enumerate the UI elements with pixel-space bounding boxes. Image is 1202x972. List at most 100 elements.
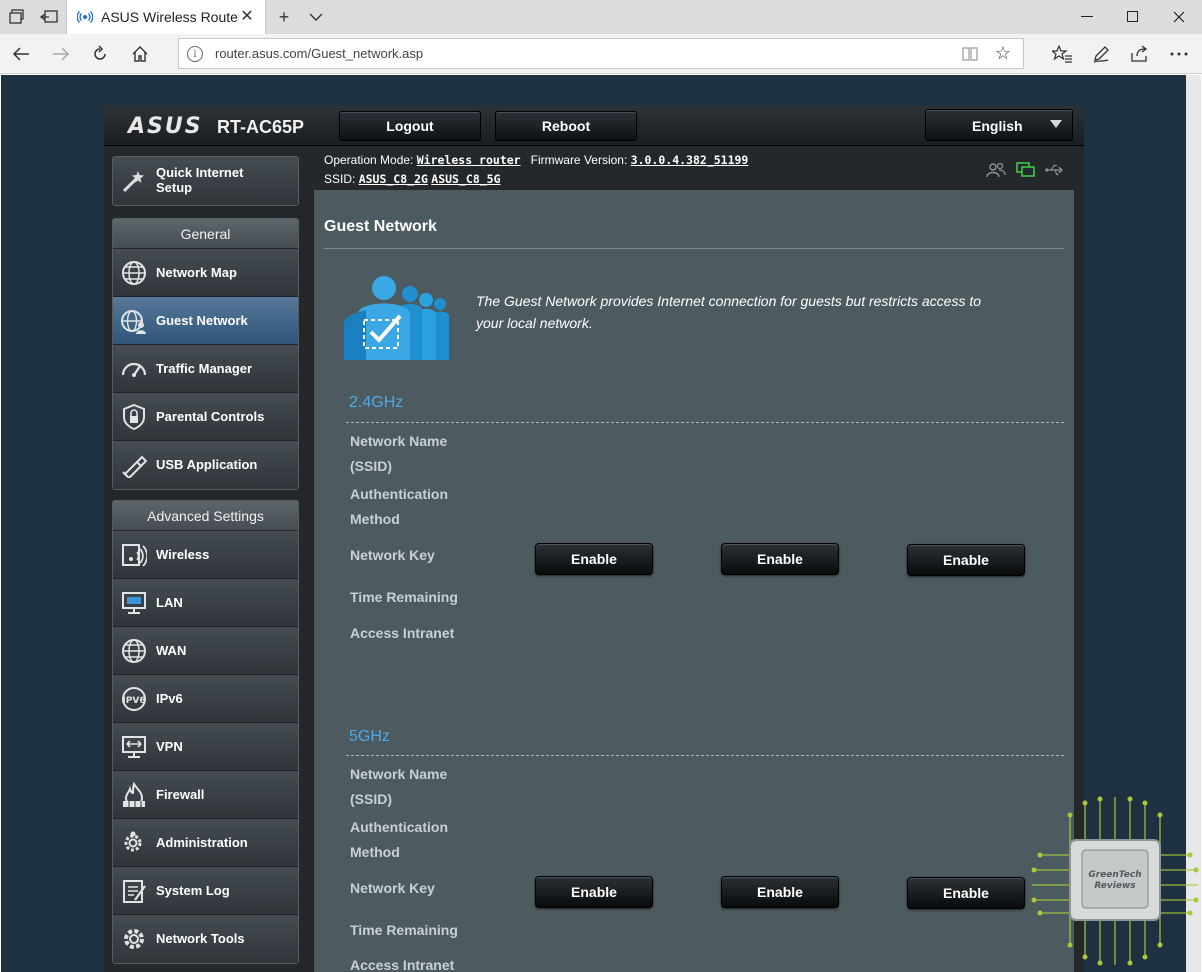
time-remaining-label: Time Remaining	[350, 922, 458, 938]
share-icon[interactable]	[1129, 43, 1151, 65]
maximize-icon[interactable]	[1110, 0, 1156, 34]
operation-mode-label: Operation Mode:	[324, 153, 414, 167]
lan-icon	[122, 592, 146, 614]
sidebar-item-label: Administration	[156, 835, 248, 850]
close-window-icon[interactable]	[1156, 0, 1202, 34]
tab-list-chevron-icon[interactable]	[305, 6, 327, 28]
firewall-icon	[123, 782, 145, 807]
tab-close-icon[interactable]: ✕	[239, 8, 255, 25]
wan-globe-icon	[122, 639, 146, 663]
general-menu-header: General	[113, 219, 298, 249]
browser-title-bar: ASUS Wireless Router R ✕ +	[0, 0, 1202, 34]
vpn-icon	[122, 736, 146, 758]
advanced-settings-menu: Advanced Settings Wireless LAN WAN IPV6 …	[112, 500, 299, 964]
enable-guest-5g-2-button[interactable]: Enable	[721, 876, 839, 908]
pen-notes-icon[interactable]	[1090, 43, 1112, 65]
refresh-icon[interactable]	[89, 43, 111, 65]
clients-status-icon[interactable]	[986, 162, 1006, 178]
browser-nav-bar: i router.asus.com/Guest_network.asp ☆	[0, 34, 1202, 74]
asus-logo[interactable]: ASUS	[128, 114, 203, 139]
network-map-icon	[122, 261, 146, 285]
forward-arrow-icon[interactable]	[50, 43, 72, 65]
tab-preview-icon[interactable]	[40, 8, 58, 26]
enable-guest-2g-2-button[interactable]: Enable	[721, 543, 839, 575]
traffic-manager-icon	[121, 362, 147, 377]
sidebar-item-traffic-manager[interactable]: Traffic Manager	[113, 345, 298, 393]
router-model: RT-AC65P	[217, 117, 305, 137]
address-bar[interactable]: i router.asus.com/Guest_network.asp ☆	[178, 38, 1024, 69]
sidebar-item-parental-controls[interactable]: Parental Controls	[113, 393, 298, 441]
guest-network-icon	[121, 310, 146, 334]
authentication-method-label: Authentication Method	[350, 486, 448, 527]
info-icon[interactable]: i	[187, 46, 203, 62]
router-header: ASUS RT-AC65P Logout Reboot English	[104, 106, 1084, 146]
quick-setup-label: Quick Internet Setup	[156, 165, 244, 195]
sidebar-item-network-tools[interactable]: Network Tools	[113, 915, 298, 963]
sidebar-item-firewall[interactable]: Firewall	[113, 771, 298, 819]
sidebar-item-ipv6[interactable]: IPV6 IPv6	[113, 675, 298, 723]
quick-setup-item[interactable]: Quick Internet Setup	[113, 157, 298, 205]
more-menu-icon[interactable]	[1168, 43, 1190, 65]
enable-guest-5g-3-button[interactable]: Enable	[907, 877, 1025, 909]
system-log-icon	[123, 880, 146, 903]
enable-guest-5g-1-button[interactable]: Enable	[535, 876, 653, 908]
internet-status-icon[interactable]	[1016, 162, 1036, 178]
logout-button[interactable]: Logout	[339, 111, 481, 141]
wireless-icon	[122, 544, 147, 567]
sidebar-item-network-map[interactable]: Network Map	[113, 249, 298, 297]
tab-set-aside-icon[interactable]	[8, 8, 26, 26]
watermark-text-line1: GreenTech	[1088, 870, 1141, 880]
favorite-star-icon[interactable]: ☆	[993, 43, 1013, 63]
network-key-label: Network Key	[350, 547, 435, 563]
sidebar-item-administration[interactable]: Administration	[113, 819, 298, 867]
sidebar-item-usb-application[interactable]: USB Application	[113, 441, 298, 489]
back-arrow-icon[interactable]	[10, 43, 32, 65]
quick-internet-setup-button[interactable]: Quick Internet Setup	[112, 156, 299, 206]
enable-guest-2g-3-button[interactable]: Enable	[907, 544, 1025, 576]
home-icon[interactable]	[129, 43, 151, 65]
sidebar-item-wan[interactable]: WAN	[113, 627, 298, 675]
language-select[interactable]: English	[925, 109, 1073, 141]
wireless-favicon-icon	[77, 9, 93, 25]
reboot-button[interactable]: Reboot	[495, 111, 637, 141]
url-text[interactable]: router.asus.com/Guest_network.asp	[215, 46, 423, 61]
sidebar-item-guest-network[interactable]: Guest Network	[113, 297, 298, 345]
ipv6-icon: IPV6	[122, 687, 146, 711]
language-value: English	[972, 118, 1023, 134]
sidebar-item-label: Parental Controls	[156, 409, 265, 424]
sidebar-item-wireless[interactable]: Wireless	[113, 531, 298, 579]
network-tools-icon	[124, 929, 144, 949]
sidebar-item-label: Traffic Manager	[156, 361, 253, 376]
ssid-2g-link[interactable]: ASUS_C8_2G	[359, 172, 428, 186]
band-divider	[346, 422, 1064, 423]
ssid-5g-link[interactable]: ASUS_C8_5G	[431, 172, 500, 186]
network-key-label: Network Key	[350, 880, 435, 896]
tab-title: ASUS Wireless Router R	[101, 9, 239, 25]
title-divider	[324, 248, 1064, 249]
sidebar-item-system-log[interactable]: System Log	[113, 867, 298, 915]
firmware-version-link[interactable]: 3.0.0.4.382_51199	[631, 153, 749, 167]
router-admin-container: ASUS RT-AC65P Logout Reboot English Quic…	[104, 106, 1084, 972]
operation-mode-link[interactable]: Wireless router	[417, 153, 521, 167]
browser-tab[interactable]: ASUS Wireless Router R ✕	[66, 0, 266, 34]
sidebar-item-label: Guest Network	[156, 313, 248, 328]
status-bar: Operation Mode: Wireless router Firmware…	[324, 151, 748, 189]
page-viewport: ASUS RT-AC65P Logout Reboot English Quic…	[1, 75, 1201, 972]
reading-view-icon[interactable]	[961, 45, 979, 63]
guest-network-panel: Guest Network The Guest Network provides…	[314, 190, 1074, 972]
sidebar-item-label: Firewall	[156, 787, 205, 802]
sidebar-item-vpn[interactable]: VPN	[113, 723, 298, 771]
favorites-list-icon[interactable]	[1051, 43, 1073, 65]
watermark-text-line2: Reviews	[1094, 881, 1136, 891]
sidebar-item-lan[interactable]: LAN	[113, 579, 298, 627]
usb-status-icon[interactable]	[1045, 162, 1065, 178]
sidebar-item-label: IPv6	[156, 691, 183, 706]
new-tab-icon[interactable]: +	[273, 6, 295, 28]
sidebar-item-label: LAN	[156, 595, 183, 610]
ssid-label: SSID:	[324, 172, 356, 186]
advanced-settings-header: Advanced Settings	[113, 501, 298, 531]
enable-guest-2g-1-button[interactable]: Enable	[535, 543, 653, 575]
network-name-label: Network Name (SSID)	[350, 433, 448, 474]
usb-application-icon	[122, 455, 147, 478]
minimize-icon[interactable]	[1064, 0, 1110, 34]
